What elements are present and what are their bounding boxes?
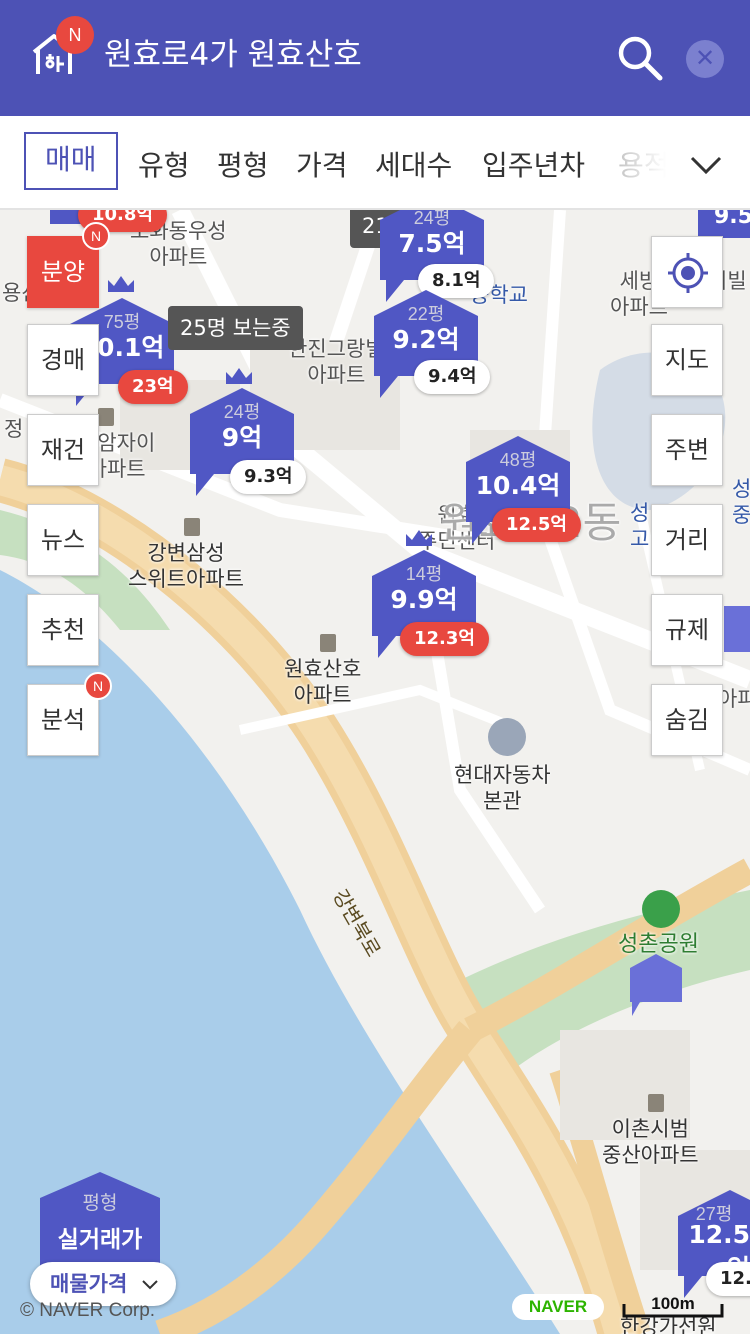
tab-households[interactable]: 세대수 — [375, 138, 452, 194]
app-header: N 원효로4가 원효산호 ✕ — [0, 0, 750, 116]
new-badge: N — [84, 672, 112, 700]
price-type-label: 매물가격 — [50, 1272, 128, 1296]
notification-badge: N — [56, 16, 94, 54]
search-icon[interactable] — [616, 34, 666, 84]
regulation-button[interactable]: 규제 — [651, 594, 723, 666]
page-title[interactable]: 원효로4가 원효산호 — [104, 30, 362, 80]
marker-price: 9.2억 — [392, 325, 460, 354]
recommend-button[interactable]: 추천 — [27, 594, 99, 666]
tab-type[interactable]: 유형 — [138, 138, 190, 194]
building-icon — [320, 634, 336, 652]
my-location-icon[interactable] — [651, 236, 723, 308]
marker-listing-price[interactable]: 9.4억 — [414, 360, 491, 394]
marker-listing-price[interactable]: 12.3억 — [400, 622, 489, 656]
marker-price: 9.9억 — [390, 585, 458, 614]
legend-price-label: 실거래가 — [57, 1227, 143, 1253]
crown-icon — [404, 528, 434, 548]
listing-marker[interactable] — [630, 954, 682, 1020]
map-label-wonhyo-sanho: 원효산호 아파트 — [284, 657, 362, 707]
marker-price: 10.4억 — [475, 471, 561, 500]
tab-size[interactable]: 평형 — [217, 138, 269, 194]
map-label-ichon: 이촌시범 중산아파트 — [602, 1117, 699, 1167]
map-label-seong-go: 성 고 — [630, 501, 650, 551]
map-view[interactable]: 도화동우성 아파트 세방 아파트 이빌 등학교 한진그랑빌 아파트 청암자이 아… — [0, 210, 750, 1334]
listing-marker[interactable] — [724, 606, 750, 652]
fade-mask — [610, 116, 680, 208]
tab-trade[interactable]: 매매 — [24, 132, 118, 190]
reconstruction-button[interactable]: 재건 — [27, 414, 99, 486]
map-label-jeong: 정 — [4, 417, 24, 441]
map-label-hyundai: 현대자동차 본관 — [454, 763, 551, 813]
close-icon[interactable]: ✕ — [686, 40, 724, 78]
map-label-seong-jung: 성 중 — [732, 477, 750, 527]
crown-icon — [224, 366, 254, 386]
tab-move-in-year[interactable]: 입주년차 — [482, 138, 585, 194]
filter-bar: 매매 유형 평형 가격 세대수 입주년차 용적 — [0, 116, 750, 210]
map-label-gangbyeon: 강변삼성 스위트아파트 — [128, 541, 244, 591]
building-icon — [184, 518, 200, 536]
distance-button[interactable]: 거리 — [651, 504, 723, 576]
map-type-button[interactable]: 지도 — [651, 324, 723, 396]
office-building-icon — [488, 718, 526, 756]
viewers-tooltip: 25명 보는중 — [168, 306, 303, 350]
building-icon — [648, 1094, 664, 1112]
hide-button[interactable]: 숨김 — [651, 684, 723, 756]
news-button[interactable]: 뉴스 — [27, 504, 99, 576]
marker-listing-price[interactable]: 12.6억 — [706, 1262, 750, 1296]
marker-listing-price[interactable]: 9.3억 — [230, 460, 307, 494]
marker-price: 7.5억 — [398, 229, 466, 258]
tab-price[interactable]: 가격 — [296, 138, 348, 194]
park-icon — [642, 890, 680, 928]
legend-size-label: 평형 — [82, 1192, 118, 1214]
copyright: © NAVER Corp. — [20, 1300, 156, 1321]
marker-price: 9억 — [221, 423, 263, 452]
new-badge: N — [82, 222, 110, 250]
marker-listing-price[interactable]: 23억 — [118, 370, 188, 404]
map-scale: 100m — [622, 1294, 724, 1320]
marker-price: 9.5 — [714, 210, 750, 229]
chevron-down-icon — [141, 1280, 158, 1290]
naver-logo: NAVER — [512, 1294, 604, 1320]
crown-icon — [106, 274, 136, 294]
marker-listing-price[interactable]: 12.5억 — [492, 508, 581, 542]
chevron-down-icon[interactable] — [686, 144, 726, 184]
building-icon — [98, 408, 114, 426]
auction-button[interactable]: 경매 — [27, 324, 99, 396]
marker-legend: 평형 실거래가 — [40, 1172, 160, 1268]
nearby-button[interactable]: 주변 — [651, 414, 723, 486]
